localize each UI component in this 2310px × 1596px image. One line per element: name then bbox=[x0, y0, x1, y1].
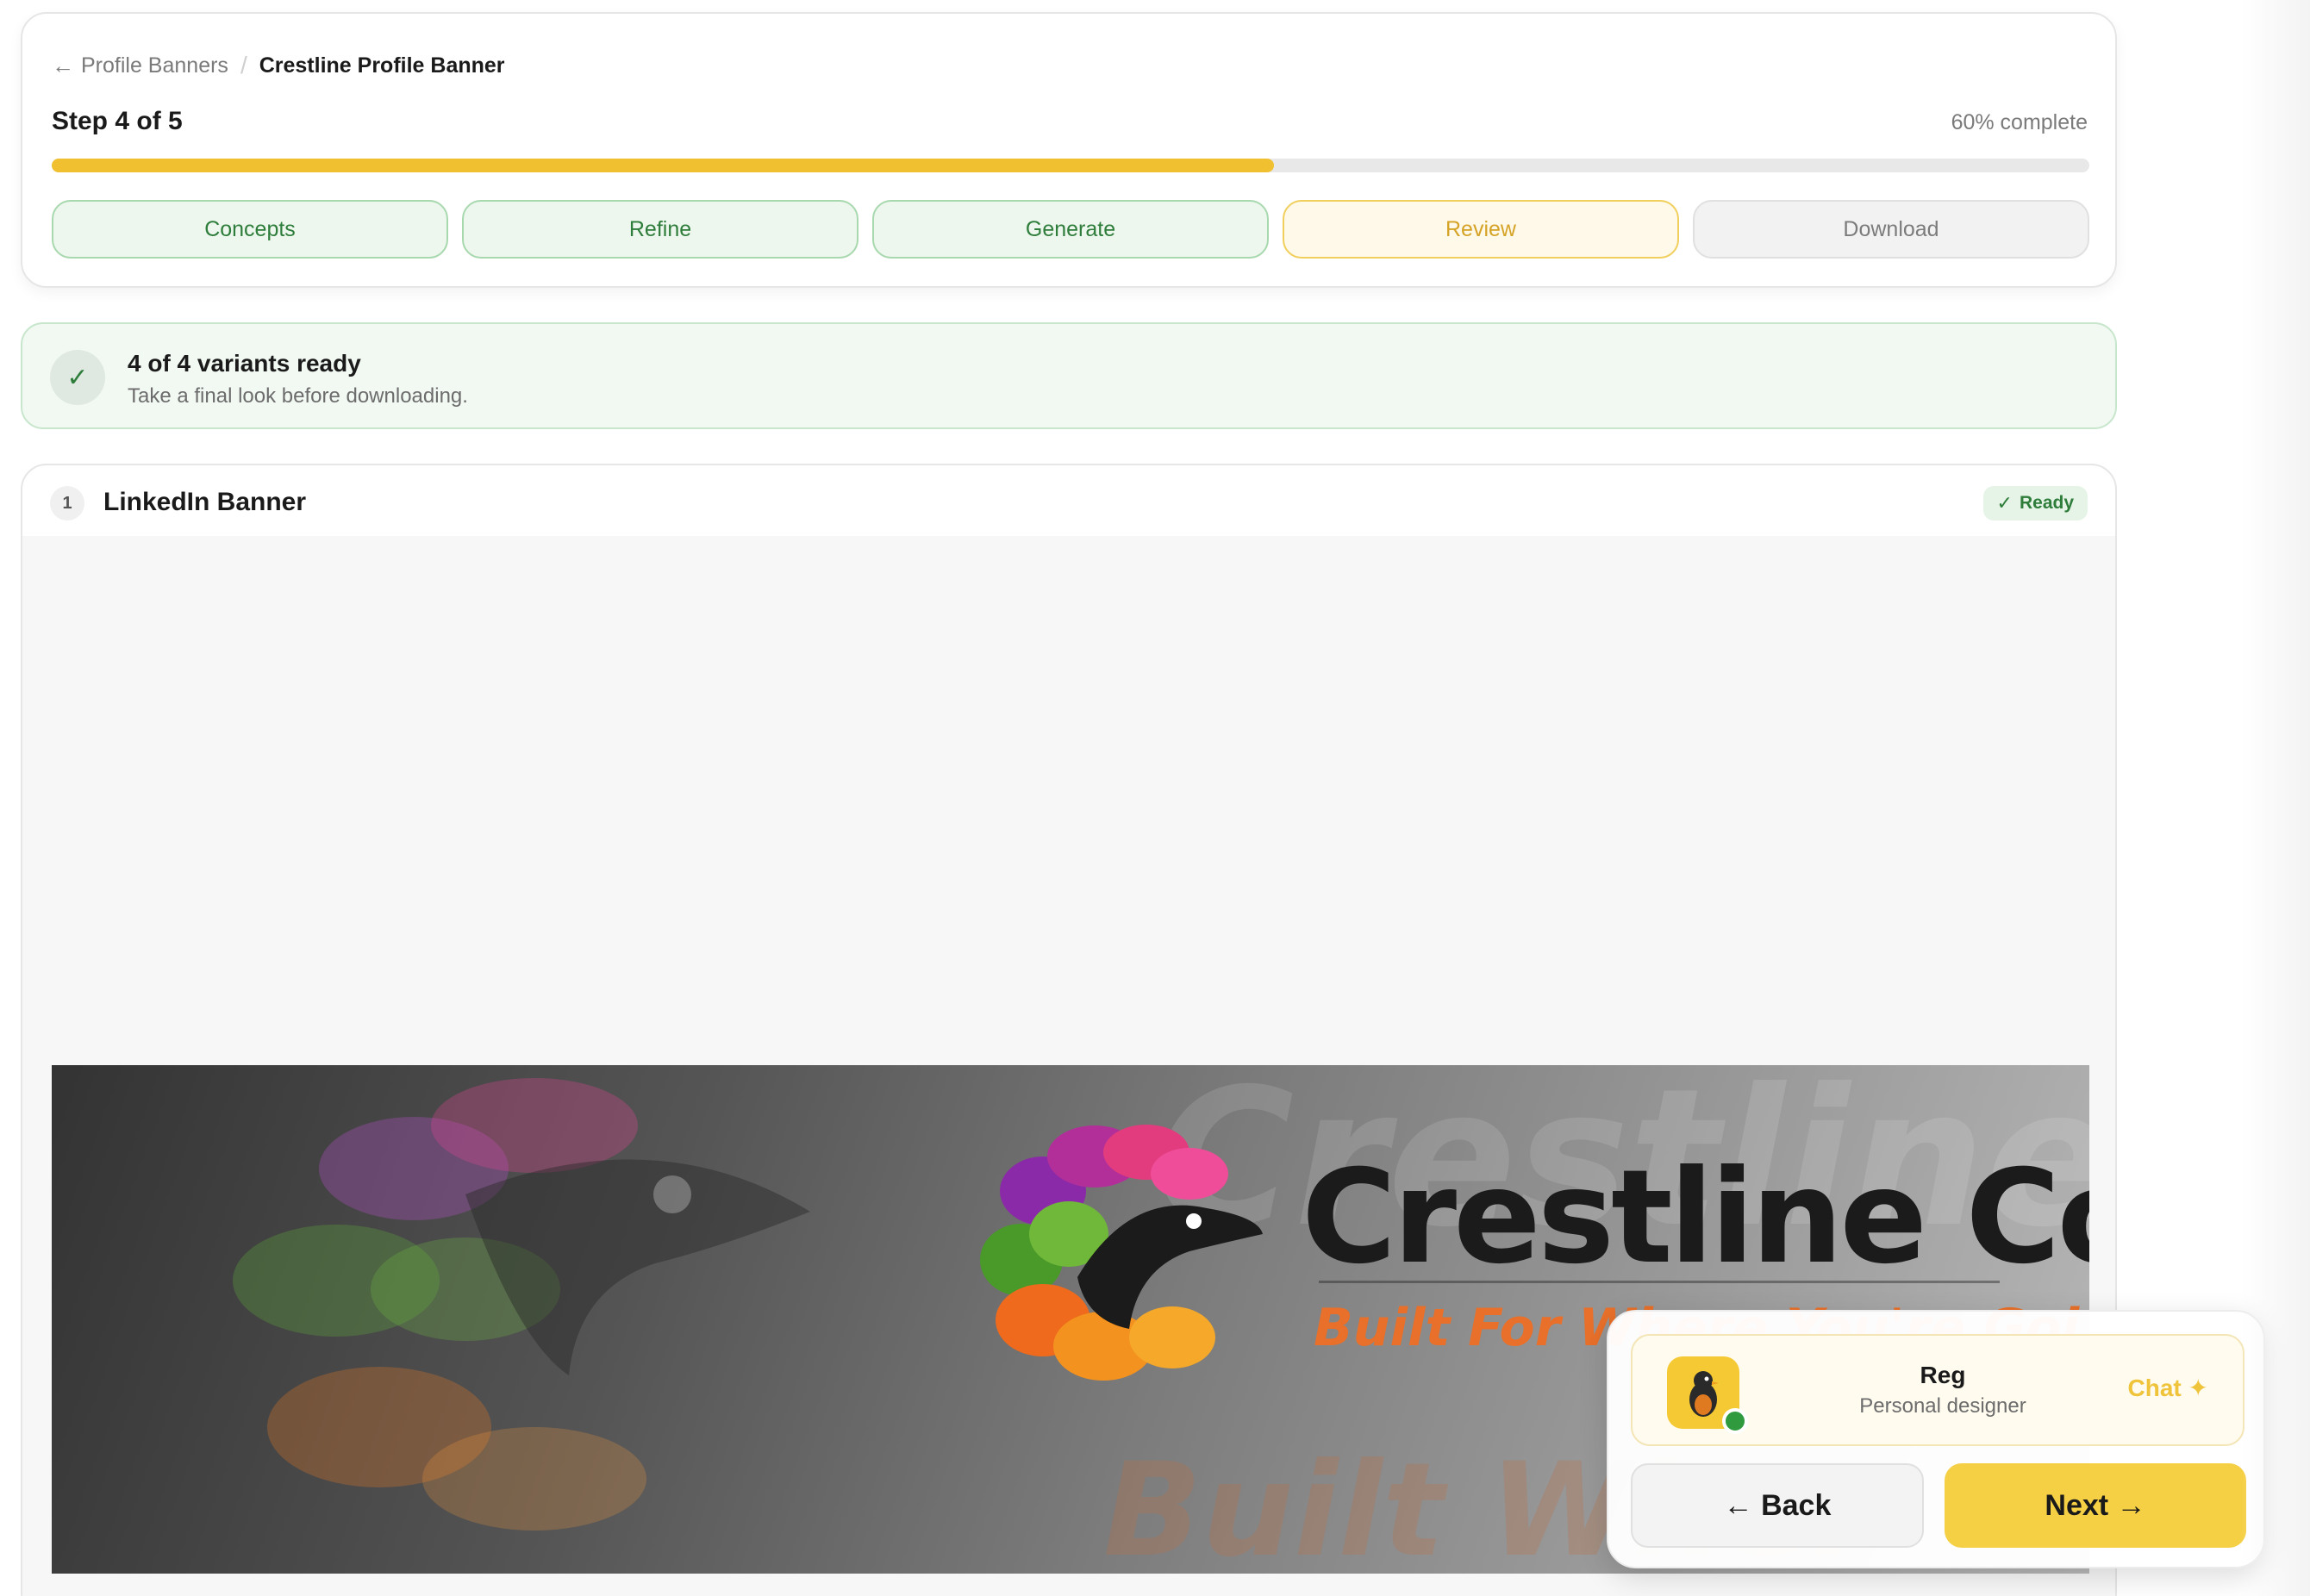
step-concepts[interactable]: Concepts bbox=[52, 200, 448, 259]
step-tabs: Concepts Refine Generate Review Download bbox=[52, 200, 2089, 259]
banner-divider bbox=[1319, 1281, 2000, 1283]
breadcrumb: ← Profile Banners / Crestline Profile Ba… bbox=[52, 52, 505, 79]
check-icon: ✓ bbox=[1996, 492, 2013, 514]
designer-card[interactable]: Reg Personal designer Chat ✦ bbox=[1631, 1334, 2244, 1446]
step-review[interactable]: Review bbox=[1283, 200, 1679, 259]
banner-brand-name: Crestline Co. bbox=[1302, 1143, 2089, 1293]
percent-complete-label: 60% complete bbox=[1951, 110, 2088, 134]
status-badge-label: Ready bbox=[2019, 493, 2074, 513]
next-button[interactable]: Next → bbox=[1945, 1463, 2246, 1548]
breadcrumb-back-label: Profile Banners bbox=[81, 53, 228, 78]
variants-ready-subtitle: Take a final look before downloading. bbox=[128, 384, 468, 408]
designer-name: Reg bbox=[1920, 1362, 1966, 1388]
breadcrumb-current: Crestline Profile Banner bbox=[259, 53, 505, 78]
designer-role: Personal designer bbox=[1859, 1394, 2026, 1418]
page: ← Profile Banners / Crestline Profile Ba… bbox=[0, 0, 2310, 1596]
breadcrumb-separator: / bbox=[240, 52, 247, 78]
progress-bar-fill bbox=[52, 159, 1275, 172]
variant-title: LinkedIn Banner bbox=[103, 488, 307, 516]
check-icon: ✓ bbox=[50, 350, 105, 405]
variant-number: 1 bbox=[50, 486, 84, 521]
variants-ready-banner: ✓ 4 of 4 variants ready Take a final loo… bbox=[21, 322, 2117, 429]
status-badge: ✓ Ready bbox=[1982, 486, 2088, 521]
brand-logo-mascot bbox=[980, 1125, 1263, 1381]
breadcrumb-back-link[interactable]: ← Profile Banners bbox=[52, 53, 228, 79]
banner-background-mascot bbox=[233, 1078, 810, 1531]
right-edge-shadow bbox=[2241, 0, 2310, 1596]
step-refine[interactable]: Refine bbox=[462, 200, 858, 259]
progress-card: ← Profile Banners / Crestline Profile Ba… bbox=[21, 12, 2117, 288]
variants-ready-title: 4 of 4 variants ready bbox=[128, 350, 361, 377]
back-button[interactable]: ← Back bbox=[1631, 1463, 1924, 1548]
step-download[interactable]: Download bbox=[1693, 200, 2089, 259]
step-label: Step 4 of 5 bbox=[52, 107, 183, 135]
step-generate[interactable]: Generate bbox=[872, 200, 1269, 259]
arrow-left-icon: ← bbox=[52, 52, 74, 78]
progress-bar bbox=[52, 159, 2089, 172]
online-status-indicator bbox=[1722, 1408, 1748, 1434]
chat-button[interactable]: Chat ✦ bbox=[2128, 1374, 2208, 1402]
assistant-panel: Reg Personal designer Chat ✦ ← Back Next… bbox=[1607, 1310, 2265, 1568]
